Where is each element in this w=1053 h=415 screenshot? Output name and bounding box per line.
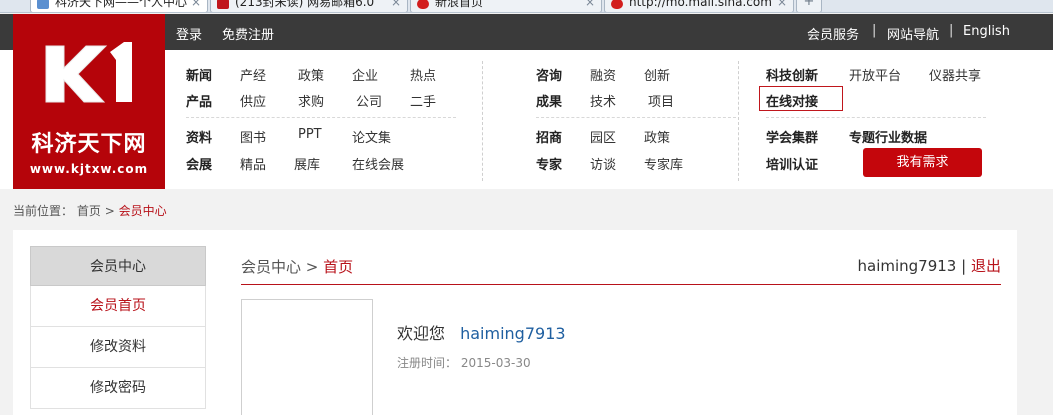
nav-sci-innovation[interactable]: 科技创新	[766, 65, 818, 84]
nav-training[interactable]: 培训认证	[766, 154, 818, 173]
path-arrow: >	[305, 258, 319, 276]
tab-title: (213封未读) 网易邮箱6.0	[235, 0, 375, 9]
nav-hot[interactable]: 热点	[410, 65, 436, 84]
breadcrumb-current: 会员中心	[118, 204, 167, 218]
nav-industry-data[interactable]: 专题行业数据	[849, 127, 927, 146]
member-service-link[interactable]: 会员服务	[807, 24, 859, 43]
divider	[186, 117, 456, 118]
breadcrumb-arrow: >	[104, 204, 115, 218]
tab-title: 新浪首页	[435, 0, 484, 9]
nav-secondhand[interactable]: 二手	[410, 91, 436, 110]
username: haiming7913	[857, 257, 957, 275]
nav-ppt[interactable]: PPT	[298, 127, 322, 142]
content-header: 会员中心 > 首页 haiming7913 | 退出	[241, 254, 1001, 285]
nav-books[interactable]: 图书	[240, 127, 266, 146]
nav-park[interactable]: 园区	[590, 127, 616, 146]
browser-tab-sinamail[interactable]: http://mo.mail.sina.com ×	[604, 0, 794, 12]
nav-enterprise[interactable]: 企业	[352, 65, 378, 84]
login-link[interactable]: 登录	[176, 24, 202, 43]
browser-tab-sina[interactable]: 新浪首页 ×	[410, 0, 602, 12]
nav-consult[interactable]: 咨询	[536, 65, 562, 84]
nav-policy-2[interactable]: 政策	[644, 127, 670, 146]
nav-supply[interactable]: 供应	[240, 91, 266, 110]
reg-date: 2015-03-30	[460, 356, 531, 370]
browser-tab-kjtxw[interactable]: 科济天下网——个人中心 ×	[30, 0, 208, 12]
new-tab-button[interactable]: +	[796, 0, 822, 12]
mail-icon	[217, 0, 229, 9]
need-button[interactable]: 我有需求	[863, 148, 982, 177]
reg-label: 注册时间：	[397, 356, 458, 370]
site-logo[interactable]: 科济天下网 www.kjtxw.com	[13, 14, 165, 189]
close-icon[interactable]: ×	[777, 0, 787, 11]
breadcrumb-home[interactable]: 首页	[77, 204, 101, 218]
divider	[536, 117, 736, 118]
nav-society-group[interactable]: 学会集群	[766, 127, 818, 146]
content-breadcrumb: 会员中心 > 首页	[241, 256, 353, 277]
user-divider: |	[961, 257, 967, 275]
nav-innovation[interactable]: 创新	[644, 65, 670, 84]
nav-investment[interactable]: 招商	[536, 127, 562, 146]
nav-technology[interactable]: 技术	[590, 91, 616, 110]
breadcrumb: 当前位置： 首页 > 会员中心	[13, 202, 167, 219]
close-icon[interactable]: ×	[391, 0, 401, 11]
nav-expert[interactable]: 专家	[536, 154, 562, 173]
browser-tab-strip: 科济天下网——个人中心 × (213封未读) 网易邮箱6.0 × 新浪首页 × …	[0, 0, 1053, 13]
avatar[interactable]	[241, 299, 373, 415]
nav-instrument-share[interactable]: 仪器共享	[929, 65, 981, 84]
k1-logo-icon	[45, 42, 132, 103]
divider	[482, 61, 483, 181]
nav-expert-lib[interactable]: 专家库	[644, 154, 683, 173]
nav-product[interactable]: 产品	[186, 91, 212, 110]
member-panel: 会员中心 会员首页 修改资料 修改密码 会员中心 > 首页 haiming791…	[13, 230, 1017, 415]
registration-time: 注册时间： 2015-03-30	[397, 354, 531, 371]
breadcrumb-prefix: 当前位置：	[13, 204, 74, 218]
tab-title: http://mo.mail.sina.com	[629, 0, 772, 9]
path-root[interactable]: 会员中心	[241, 258, 301, 276]
nav-fine[interactable]: 精品	[240, 154, 266, 173]
sidebar-title: 会员中心	[30, 246, 206, 286]
page-icon	[37, 0, 49, 9]
browser-tab-163mail[interactable]: (213封未读) 网易邮箱6.0 ×	[210, 0, 408, 12]
path-current: 首页	[323, 258, 354, 276]
nav-purchase[interactable]: 求购	[298, 91, 324, 110]
divider	[738, 61, 739, 181]
nav-policy[interactable]: 政策	[298, 65, 324, 84]
close-icon[interactable]: ×	[585, 0, 595, 11]
user-info: haiming7913 | 退出	[858, 255, 1002, 276]
nav-material[interactable]: 资料	[186, 127, 212, 146]
nav-industry[interactable]: 产经	[240, 65, 266, 84]
nav-online-docking[interactable]: 在线对接	[766, 91, 818, 110]
sidebar-item-edit-profile[interactable]: 修改资料	[30, 327, 206, 368]
sidebar-item-member-home[interactable]: 会员首页	[30, 286, 206, 327]
close-icon[interactable]: ×	[191, 0, 201, 11]
logo-url: www.kjtxw.com	[29, 162, 149, 176]
member-sidebar: 会员中心 会员首页 修改资料 修改密码	[30, 246, 206, 409]
english-link[interactable]: English	[963, 24, 1010, 39]
tab-title: 科济天下网——个人中心	[55, 0, 188, 9]
welcome-username[interactable]: haiming7913	[460, 324, 565, 343]
logout-link[interactable]: 退出	[971, 257, 1001, 275]
sidebar-item-change-password[interactable]: 修改密码	[30, 368, 206, 409]
nav-finance[interactable]: 融资	[590, 65, 616, 84]
nav-achievement[interactable]: 成果	[536, 91, 562, 110]
divider	[766, 117, 986, 118]
nav-exhibition-hall[interactable]: 展库	[294, 154, 320, 173]
nav-interview[interactable]: 访谈	[590, 154, 616, 173]
sina-icon	[611, 0, 623, 9]
welcome-text: 欢迎您	[397, 324, 446, 343]
nav-news[interactable]: 新闻	[186, 65, 212, 84]
sina-icon	[417, 0, 429, 9]
register-link[interactable]: 免费注册	[222, 24, 274, 43]
nav-open-platform[interactable]: 开放平台	[849, 65, 901, 84]
separator: |	[872, 23, 877, 38]
welcome-line: 欢迎您 haiming7913	[397, 320, 566, 344]
nav-project[interactable]: 项目	[648, 91, 674, 110]
separator: |	[949, 23, 954, 38]
site-nav-link[interactable]: 网站导航	[887, 24, 939, 43]
nav-papers[interactable]: 论文集	[352, 127, 391, 146]
nav-expo[interactable]: 会展	[186, 154, 212, 173]
logo-name: 科济天下网	[31, 131, 147, 157]
nav-online-expo[interactable]: 在线会展	[352, 154, 404, 173]
nav-company[interactable]: 公司	[356, 91, 382, 110]
